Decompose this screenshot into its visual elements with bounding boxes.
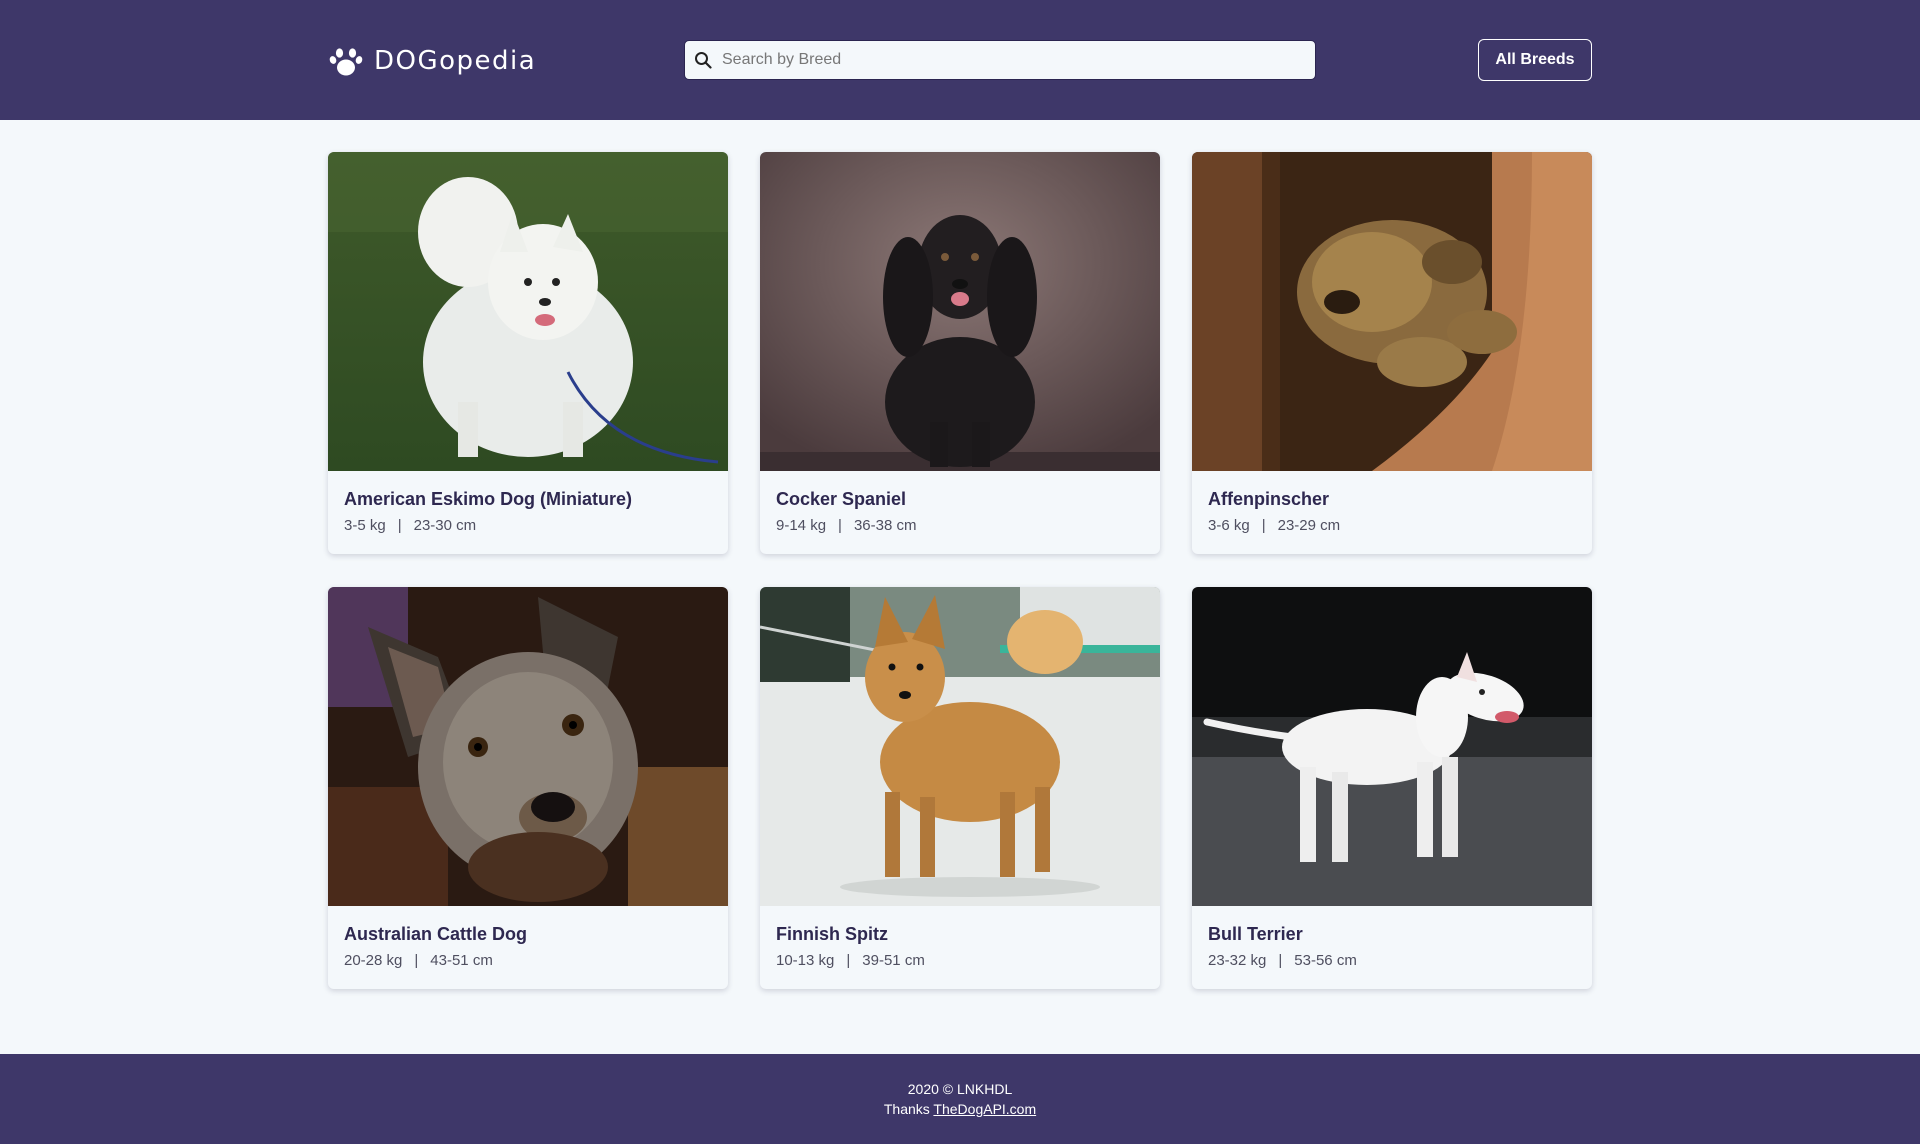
top-navbar: DOGopedia All Breeds	[0, 0, 1920, 120]
stats-separator: |	[1278, 952, 1283, 969]
site-logo-text: DOGopedia	[374, 46, 537, 76]
breed-name: Finnish Spitz	[776, 924, 888, 944]
breed-weight: 3-5 kg	[344, 517, 386, 534]
breed-photo	[760, 152, 1160, 471]
breed-search-box[interactable]	[684, 40, 1316, 80]
footer-thanks-text: Thanks	[883, 1101, 930, 1117]
breed-name: Cocker Spaniel	[776, 489, 907, 509]
breed-card[interactable]: Cocker Spaniel 9-14 kg | 36-38 cm	[760, 152, 1160, 554]
breed-name: Bull Terrier	[1208, 924, 1303, 944]
breed-stats: 20-28 kg | 43-51 cm	[344, 952, 712, 969]
breed-grid: American Eskimo Dog (Miniature) 3-5 kg |…	[328, 152, 1592, 989]
breed-height: 53-56 cm	[1294, 952, 1357, 969]
breed-weight: 10-13 kg	[776, 952, 835, 969]
breed-name: Australian Cattle Dog	[344, 924, 528, 944]
breed-name: Affenpinscher	[1208, 489, 1330, 509]
breed-photo	[1192, 152, 1592, 471]
breed-name: American Eskimo Dog (Miniature)	[344, 489, 633, 509]
breed-weight: 9-14 kg	[776, 517, 827, 534]
breed-height: 23-30 cm	[413, 517, 477, 534]
site-footer: 2020 © LNKHDL Thanks TheDogAPI.com	[0, 1054, 1920, 1144]
breed-stats: 3-5 kg | 23-30 cm	[344, 517, 712, 534]
breed-card[interactable]: American Eskimo Dog (Miniature) 3-5 kg |…	[328, 152, 728, 554]
breed-card[interactable]: Finnish Spitz 10-13 kg | 39-51 cm	[760, 587, 1160, 989]
breed-photo	[1192, 587, 1592, 906]
breed-stats: 10-13 kg | 39-51 cm	[776, 952, 1144, 969]
paw-icon	[329, 48, 363, 76]
stats-separator: |	[1261, 517, 1266, 534]
stats-separator: |	[414, 952, 419, 969]
stats-separator: |	[838, 517, 842, 534]
breed-photo	[328, 152, 728, 471]
breed-card[interactable]: Australian Cattle Dog 20-28 kg | 43-51 c…	[328, 587, 728, 989]
all-breeds-button[interactable]: All Breeds	[1478, 39, 1592, 81]
breed-card[interactable]: Bull Terrier 23-32 kg | 53-56 cm	[1192, 587, 1592, 989]
stats-separator: |	[397, 517, 402, 534]
thedogapi-link[interactable]: TheDogAPI.com	[933, 1101, 1036, 1117]
breed-height: 23-29 cm	[1277, 517, 1341, 534]
breed-photo	[328, 587, 728, 906]
breed-weight: 23-32 kg	[1208, 952, 1267, 969]
breed-height: 39-51 cm	[862, 952, 925, 969]
breed-weight: 3-6 kg	[1208, 517, 1250, 534]
breed-stats: 3-6 kg | 23-29 cm	[1208, 517, 1576, 534]
stats-separator: |	[846, 952, 851, 969]
breed-card[interactable]: Affenpinscher 3-6 kg | 23-29 cm	[1192, 152, 1592, 554]
breed-height: 43-51 cm	[430, 952, 493, 969]
breed-height: 36-38 cm	[853, 517, 917, 534]
breed-weight: 20-28 kg	[344, 952, 403, 969]
search-icon	[695, 52, 712, 69]
breed-photo	[760, 587, 1160, 906]
breed-search-input[interactable]	[722, 51, 1302, 69]
footer-copyright: 2020 © LNKHDL	[907, 1081, 1013, 1097]
breed-stats: 9-14 kg | 36-38 cm	[776, 517, 1144, 534]
site-logo[interactable]: DOGopedia	[328, 40, 536, 82]
footer-credits: Thanks TheDogAPI.com	[0, 1101, 1920, 1117]
breed-stats: 23-32 kg | 53-56 cm	[1208, 952, 1576, 969]
